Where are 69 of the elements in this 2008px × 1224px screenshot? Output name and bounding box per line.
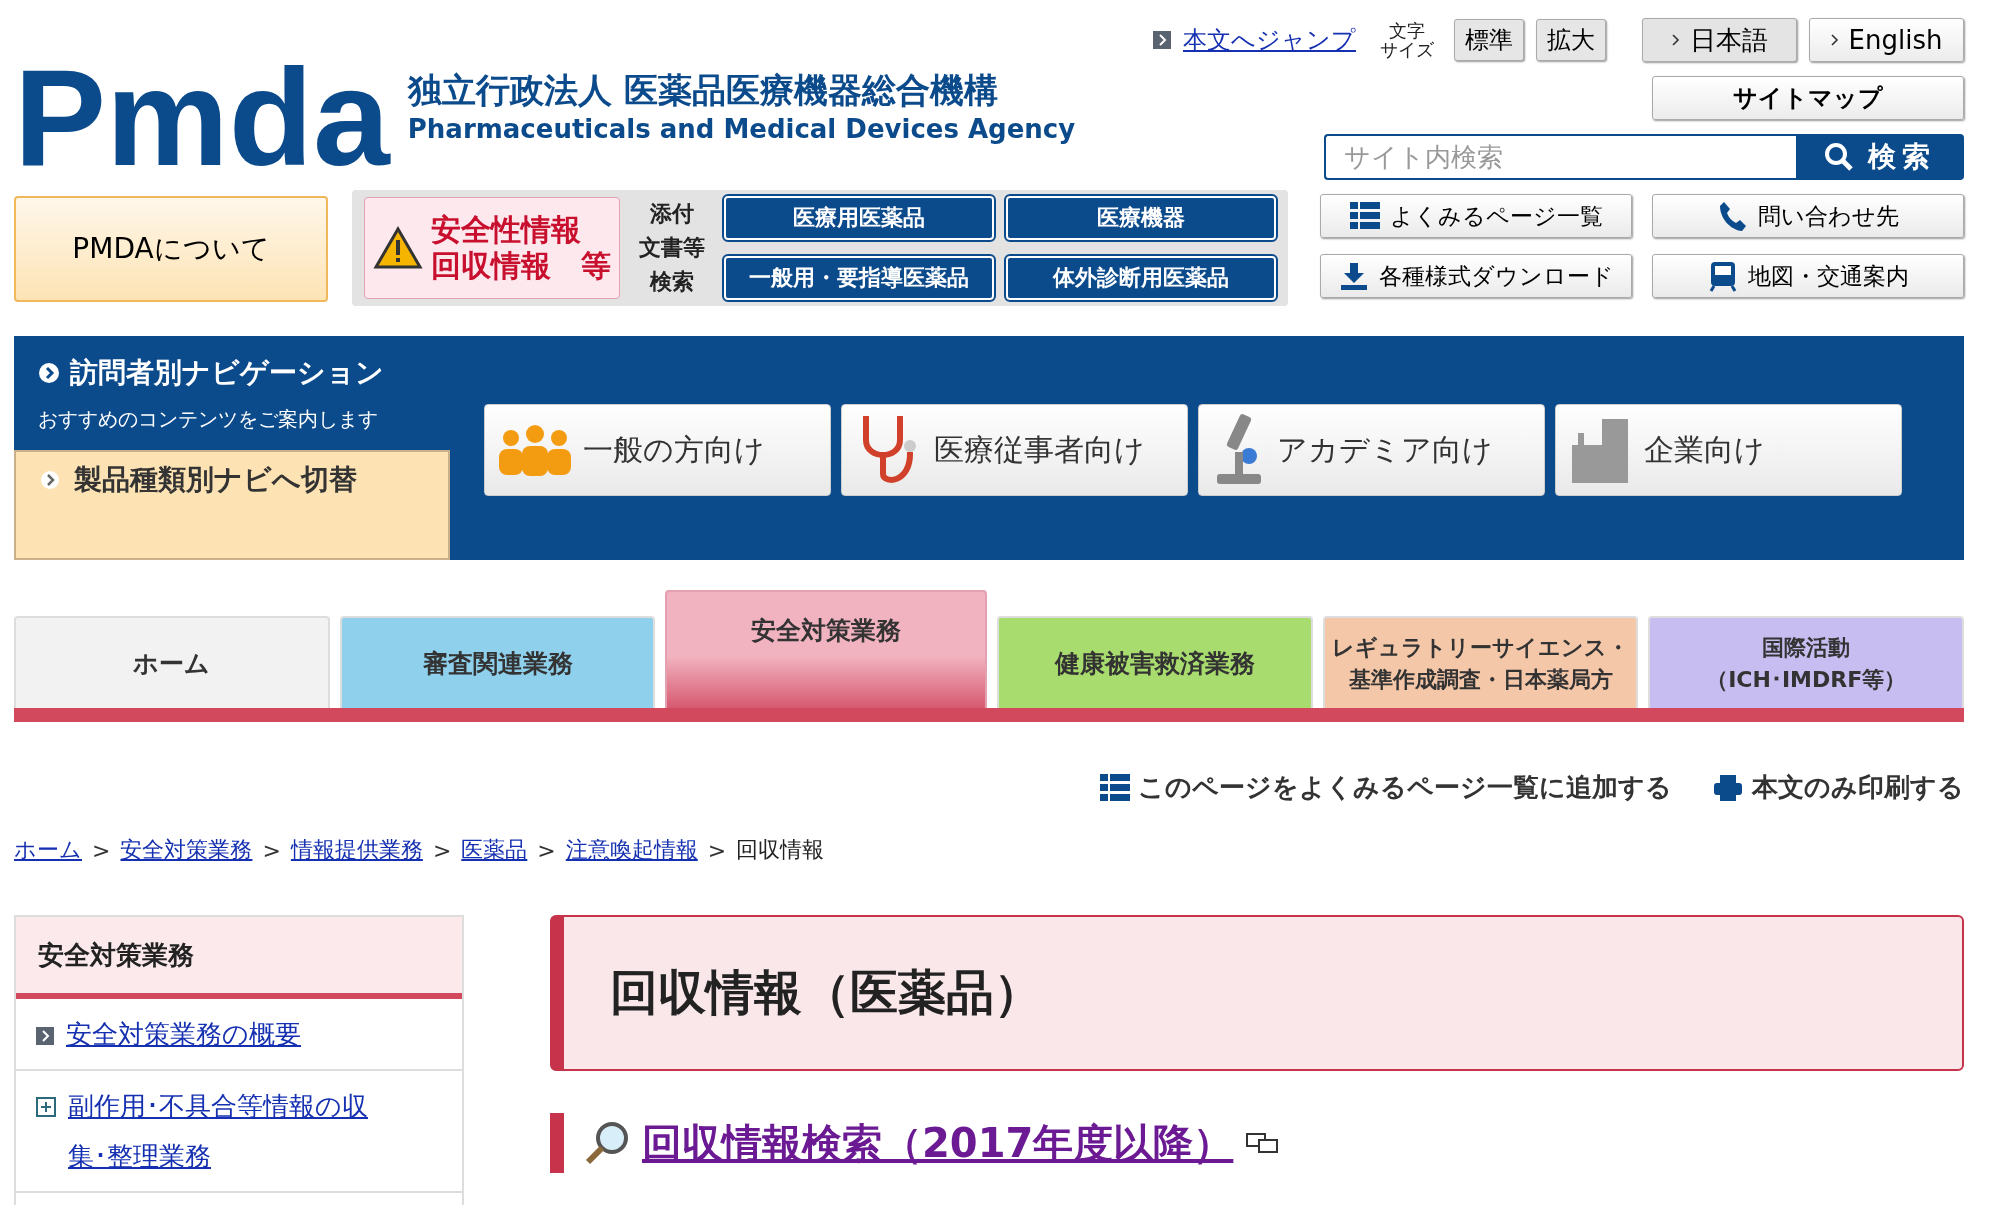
audience-button[interactable]: 一般の方向け	[484, 404, 831, 496]
agency-name: 独立行政法人 医薬品医療機器総合機構	[407, 69, 999, 112]
page-tool-link[interactable]: 本文のみ印刷する	[1712, 770, 1964, 805]
agency-name-english: Pharmaceuticals and Medical Devices Agency	[407, 114, 1076, 144]
nav-tab[interactable]: 国際活動 （ICH･IMDRF等）	[1648, 616, 1964, 708]
font-size-label: 文字 サイズ	[1380, 21, 1434, 59]
document-search-label: 添付 文書等 検索	[638, 200, 706, 296]
search-icon	[1824, 142, 1854, 172]
page-title: 回収情報（医薬品）	[610, 963, 1042, 1022]
sidebar-link[interactable]: 安全対策業務の概要	[66, 1009, 301, 1059]
breadcrumb-link[interactable]: 安全対策業務	[120, 835, 253, 865]
nav-tab[interactable]: 審査関連業務	[339, 616, 656, 708]
sidebar-title: 安全対策業務	[16, 917, 462, 999]
safety-info-button[interactable]: 安全性情報 回収情報 等	[364, 197, 620, 299]
language-button[interactable]: 日本語	[1642, 18, 1797, 62]
visitor-navigation-subtitle: おすすめのコンテンツをご案内します	[38, 406, 379, 433]
nav-tab[interactable]: 安全対策業務	[665, 590, 987, 708]
search-button[interactable]: 検索	[1796, 134, 1964, 180]
language-button[interactable]: English	[1809, 18, 1964, 62]
breadcrumb-separator: >	[262, 837, 281, 863]
external-window-icon	[1245, 1132, 1280, 1154]
chevron-icon	[1830, 34, 1839, 46]
nav-tab[interactable]: 健康被害救済業務	[997, 616, 1313, 708]
train-icon	[1707, 260, 1738, 292]
sitemap-button[interactable]: サイトマップ	[1652, 76, 1964, 120]
document-category-button[interactable]: 一般用・要指導医薬品	[724, 256, 994, 300]
chevron-icon	[40, 470, 60, 490]
breadcrumb-separator: >	[537, 837, 556, 863]
people-icon	[497, 424, 573, 476]
download-icon	[1338, 261, 1369, 291]
font-size-button[interactable]: 標準	[1454, 19, 1524, 61]
logo[interactable]: Pmda	[14, 52, 396, 182]
document-category-button[interactable]: 医療機器	[1006, 196, 1276, 240]
document-category-button[interactable]: 医療用医薬品	[724, 196, 994, 240]
quick-link-button[interactable]: 問い合わせ先	[1652, 194, 1964, 238]
sidebar-link[interactable]: 副作用･不具合等情報の収集･整理業務	[68, 1081, 398, 1181]
list-icon	[1349, 202, 1380, 230]
breadcrumb-link[interactable]: ホーム	[14, 835, 82, 865]
chevron-icon	[38, 362, 60, 384]
section-link[interactable]: 回収情報検索（2017年度以降）	[642, 1115, 1234, 1171]
expand-icon[interactable]	[36, 1097, 56, 1117]
about-button[interactable]: PMDAについて	[14, 196, 328, 302]
phone-icon	[1717, 200, 1748, 232]
breadcrumb-separator: >	[432, 837, 452, 863]
search-field[interactable]: サイト内検索	[1324, 134, 1796, 180]
breadcrumb-separator: >	[92, 837, 111, 863]
breadcrumb-link[interactable]: 注意喚起情報	[565, 835, 698, 865]
breadcrumb-current: 回収情報	[736, 836, 825, 864]
magnifier-icon	[584, 1120, 630, 1166]
audience-button[interactable]: 企業向け	[1555, 404, 1902, 496]
breadcrumb-separator: >	[707, 837, 727, 863]
warning-icon	[373, 226, 423, 270]
audience-button[interactable]: 医療従事者向け	[841, 404, 1188, 496]
nav-tab[interactable]: レギュラトリーサイエンス・ 基準作成調査・日本薬局方	[1322, 616, 1639, 708]
list-icon	[1100, 773, 1130, 802]
quick-link-button[interactable]: 地図・交通案内	[1652, 254, 1964, 298]
quick-link-button[interactable]: よくみるページ一覧	[1320, 194, 1632, 238]
document-category-button[interactable]: 体外診断用医薬品	[1006, 256, 1276, 300]
product-navigation-button[interactable]: 製品種類別ナビへ切替	[14, 450, 450, 560]
page-tool-link[interactable]: このページをよくみるページ一覧に追加する	[1100, 770, 1672, 805]
quick-link-button[interactable]: 各種様式ダウンロード	[1320, 254, 1632, 298]
breadcrumb-link[interactable]: 医薬品	[461, 835, 528, 865]
nav-tab[interactable]: ホーム	[14, 616, 330, 708]
chevron-icon	[1671, 34, 1680, 46]
visitor-navigation-title: 訪問者別ナビゲーション	[38, 354, 450, 392]
breadcrumb-link[interactable]: 情報提供業務	[290, 835, 423, 865]
audience-button[interactable]: アカデミア向け	[1198, 404, 1545, 496]
font-size-button[interactable]: 拡大	[1536, 19, 1606, 61]
skip-link[interactable]: 本文へジャンプ	[1183, 24, 1356, 56]
